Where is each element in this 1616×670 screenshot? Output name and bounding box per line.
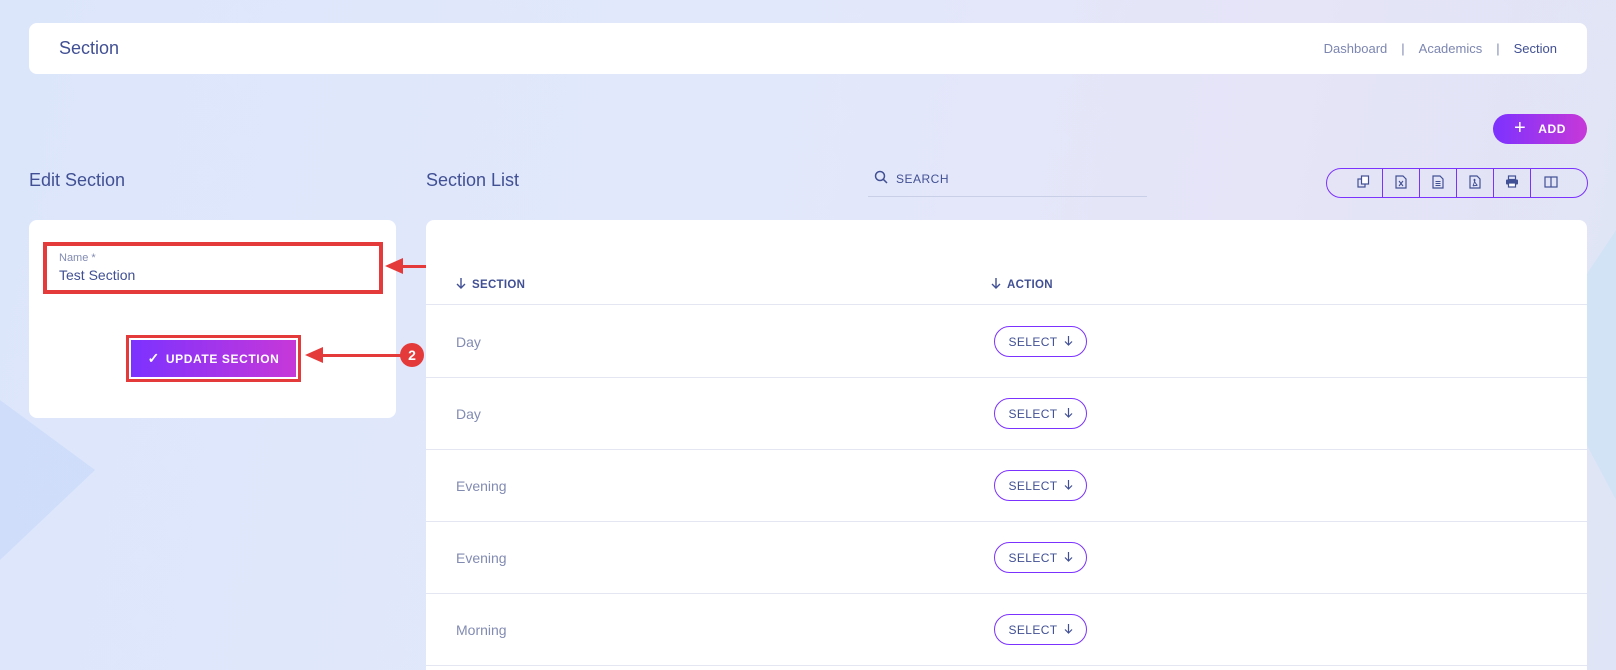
- name-field[interactable]: Name * Test Section: [43, 242, 383, 294]
- table-row: Morning SELECT: [426, 594, 1587, 666]
- section-name-cell: Day: [456, 406, 481, 422]
- table-row: Evening SELECT: [426, 522, 1587, 594]
- select-dropdown-button[interactable]: SELECT: [994, 326, 1087, 357]
- arrow-down-icon: [1064, 335, 1073, 349]
- breadcrumb-dashboard[interactable]: Dashboard: [1324, 41, 1388, 56]
- column-header-label: SECTION: [472, 278, 526, 291]
- column-header-action[interactable]: ACTION: [991, 277, 1053, 292]
- sort-arrow-icon: [991, 277, 1001, 292]
- print-button[interactable]: [1493, 169, 1530, 197]
- select-button-label: SELECT: [1008, 478, 1058, 493]
- select-dropdown-button[interactable]: SELECT: [994, 470, 1087, 501]
- sort-arrow-icon: [456, 277, 466, 292]
- section-list-card: SECTION ACTION Day SELECT Day SELECT Eve…: [426, 220, 1587, 670]
- select-dropdown-button[interactable]: SELECT: [994, 542, 1087, 573]
- column-header-section[interactable]: SECTION: [456, 277, 525, 292]
- breadcrumb: Dashboard | Academics | Section: [1324, 41, 1557, 56]
- select-dropdown-button[interactable]: SELECT: [994, 614, 1087, 645]
- section-name-cell: Day: [456, 334, 481, 350]
- name-field-label: Name *: [59, 252, 96, 264]
- select-button-label: SELECT: [1008, 550, 1058, 565]
- pdf-button[interactable]: [1456, 169, 1493, 197]
- search-input[interactable]: [896, 172, 1136, 186]
- update-section-label: UPDATE SECTION: [165, 351, 280, 366]
- pdf-icon: [1469, 174, 1481, 192]
- update-button-highlight: ✓ UPDATE SECTION: [126, 335, 301, 382]
- arrow-down-icon: [1064, 623, 1073, 637]
- arrow-down-icon: [1064, 479, 1073, 493]
- columns-button[interactable]: [1530, 169, 1570, 197]
- breadcrumb-separator: |: [1496, 41, 1500, 56]
- page-header: Section Dashboard | Academics | Section: [29, 23, 1587, 74]
- plus-icon: +: [1513, 117, 1527, 139]
- csv-button[interactable]: [1419, 169, 1456, 197]
- section-name-cell: Evening: [456, 550, 507, 566]
- name-field-value[interactable]: Test Section: [59, 267, 367, 283]
- copy-button[interactable]: [1345, 169, 1382, 197]
- csv-icon: [1432, 174, 1444, 192]
- search-icon: [874, 170, 888, 189]
- page-title: Section: [59, 38, 120, 58]
- annotation-badge-2: 2: [400, 343, 424, 367]
- table-row: Day SELECT: [426, 306, 1587, 378]
- update-section-button[interactable]: ✓ UPDATE SECTION: [131, 340, 296, 377]
- background-shape: [0, 400, 95, 560]
- select-button-label: SELECT: [1008, 334, 1058, 349]
- column-header-label: ACTION: [1007, 278, 1053, 291]
- arrow-down-icon: [1064, 551, 1073, 565]
- section-name-cell: Morning: [456, 622, 507, 638]
- add-button[interactable]: + ADD: [1493, 114, 1587, 144]
- section-list-heading: Section List: [426, 170, 520, 190]
- print-icon: [1505, 175, 1519, 191]
- edit-section-card: Name * Test Section ✓ UPDATE SECTION: [29, 220, 396, 418]
- edit-section-heading: Edit Section: [29, 170, 126, 190]
- search-box: [868, 162, 1147, 197]
- select-button-label: SELECT: [1008, 406, 1058, 421]
- check-icon: ✓: [147, 350, 160, 366]
- breadcrumb-current: Section: [1513, 41, 1557, 56]
- select-dropdown-button[interactable]: SELECT: [994, 398, 1087, 429]
- copy-icon: [1357, 175, 1370, 191]
- columns-icon: [1543, 175, 1558, 191]
- table-header: SECTION ACTION: [426, 265, 1587, 305]
- section-name-cell: Evening: [456, 478, 507, 494]
- select-button-label: SELECT: [1008, 622, 1058, 637]
- annotation-arrow-line: [320, 354, 405, 357]
- arrow-down-icon: [1064, 407, 1073, 421]
- export-button-group: [1326, 168, 1588, 198]
- excel-button[interactable]: [1382, 169, 1419, 197]
- breadcrumb-academics[interactable]: Academics: [1419, 41, 1483, 56]
- excel-icon: [1395, 174, 1407, 192]
- breadcrumb-separator: |: [1401, 41, 1405, 56]
- add-button-label: ADD: [1538, 122, 1567, 136]
- table-row: Day SELECT: [426, 378, 1587, 450]
- table-row: Evening SELECT: [426, 450, 1587, 522]
